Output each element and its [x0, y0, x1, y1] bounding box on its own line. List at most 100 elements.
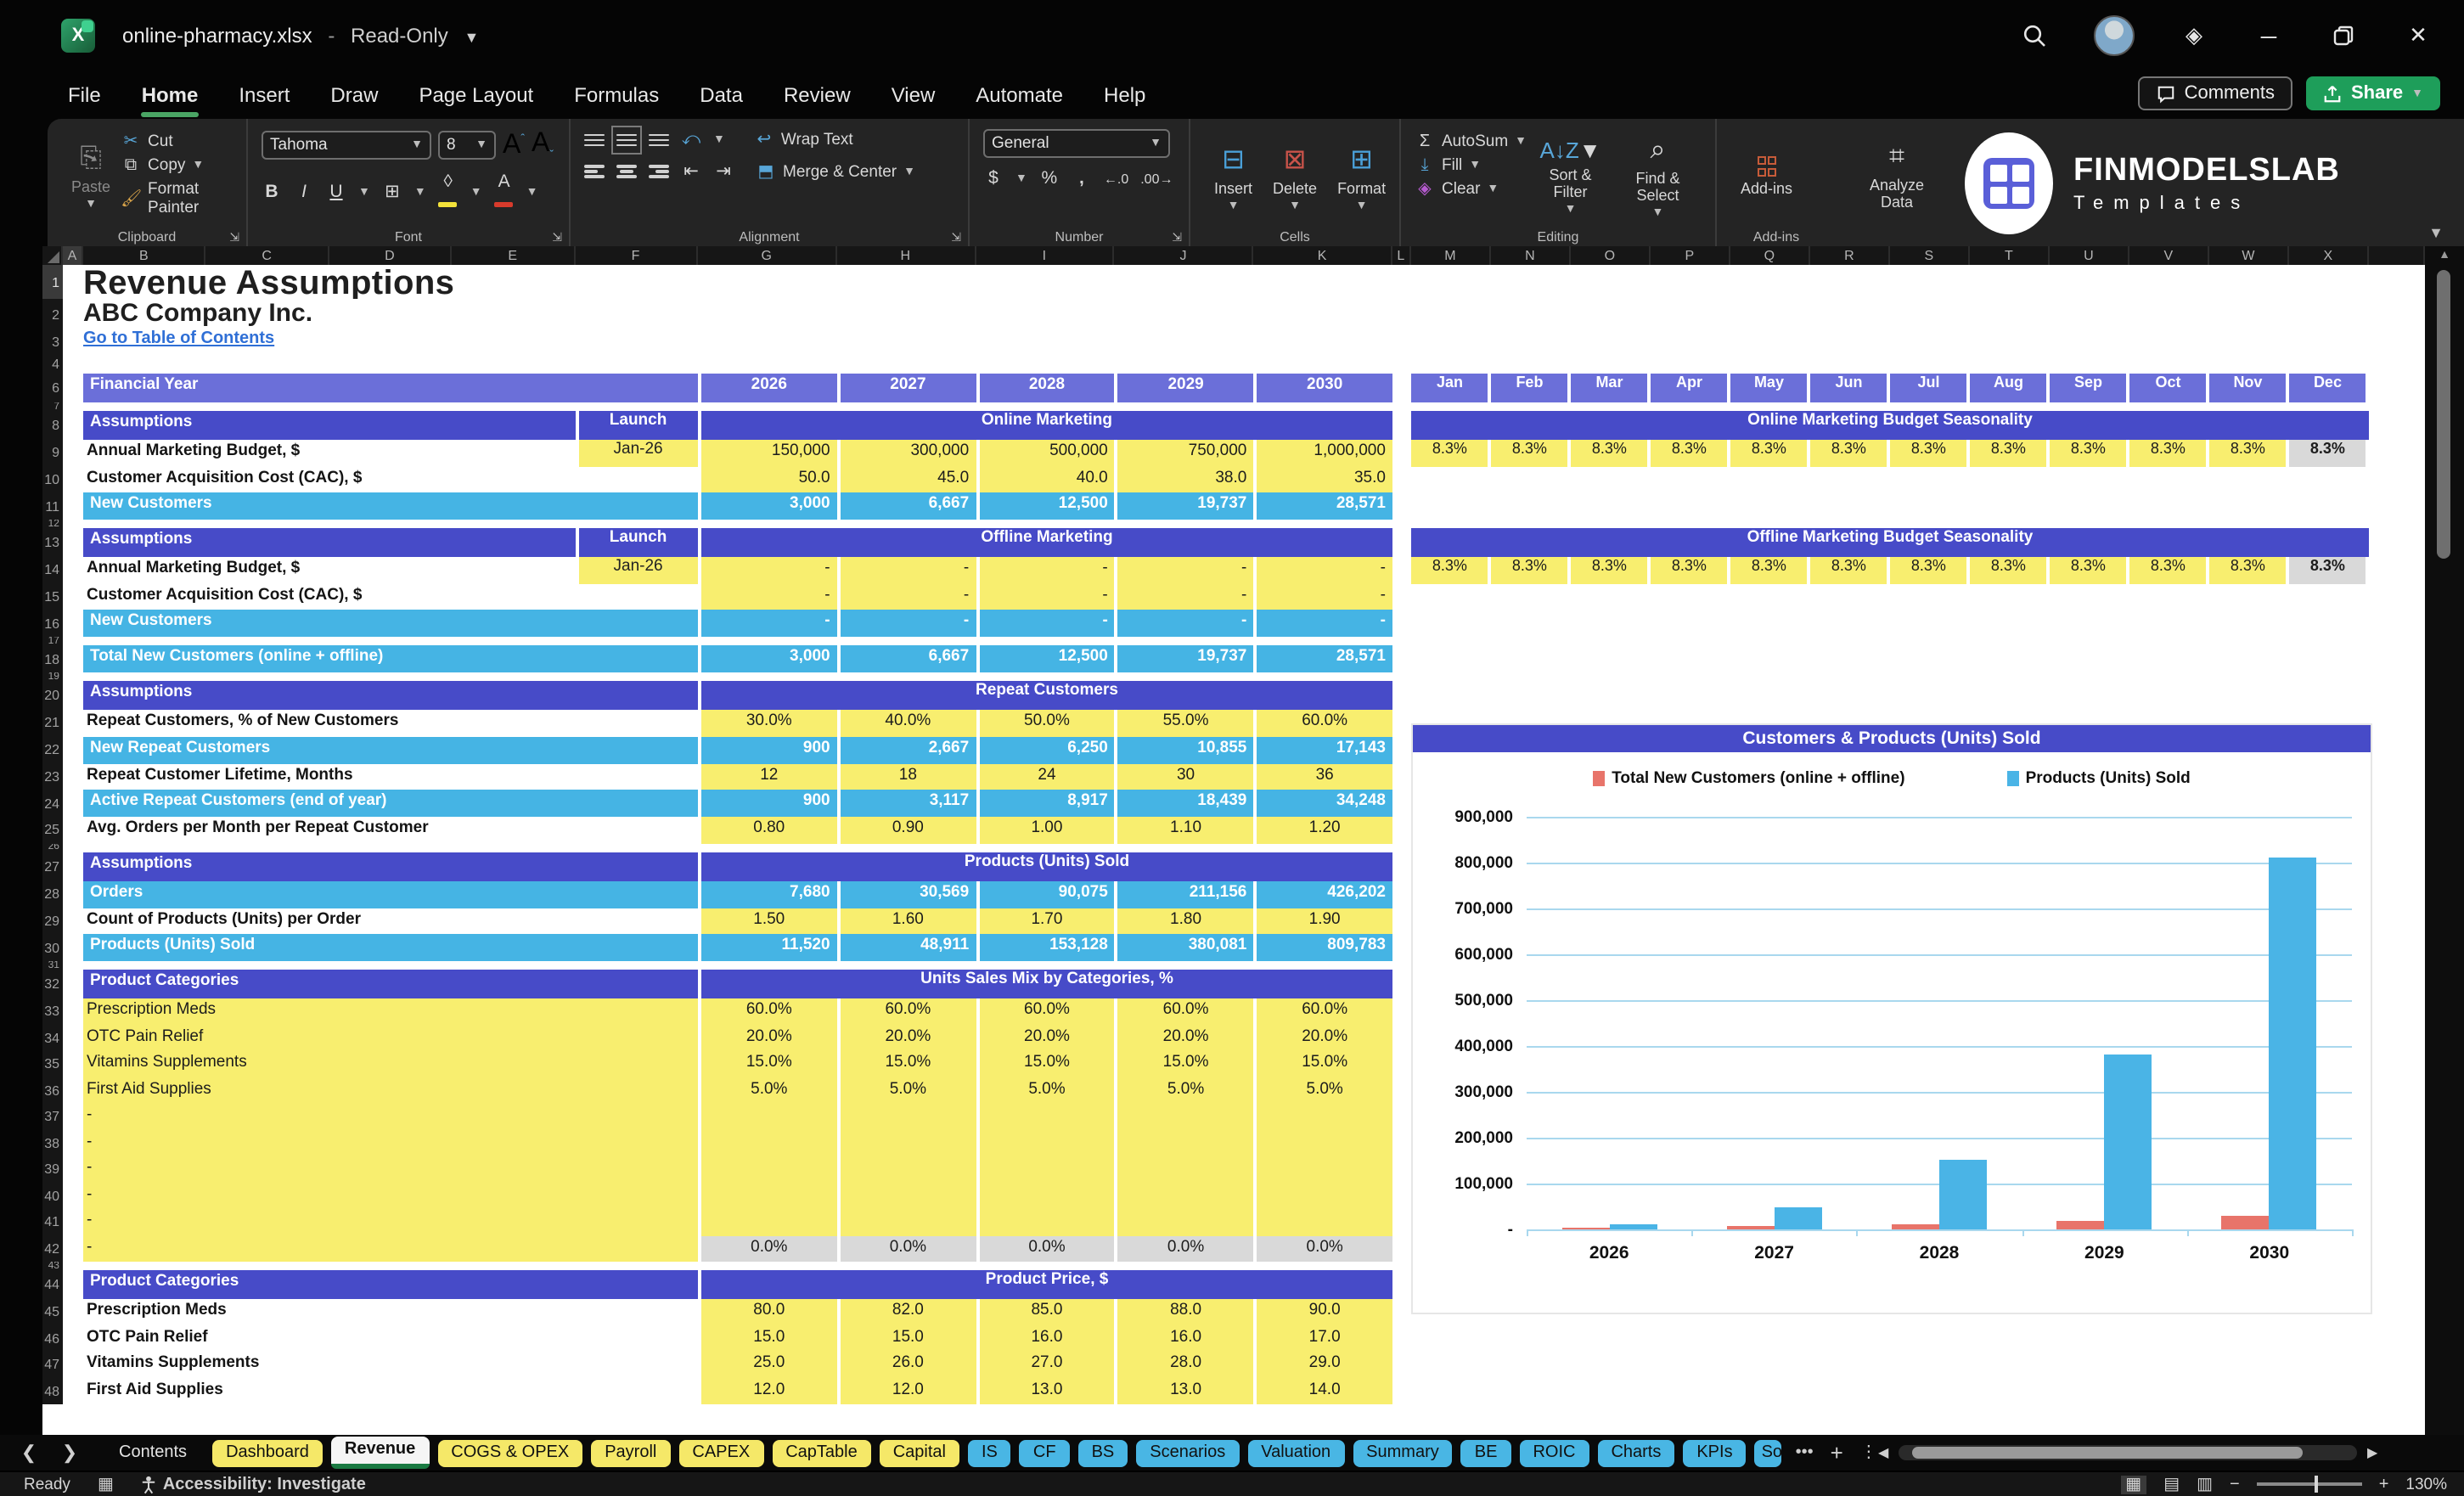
seasonality-cell-may[interactable]: 8.3% — [1730, 557, 1808, 583]
cell-value[interactable]: 5.0% — [1257, 1077, 1392, 1104]
vertical-scroll-thumb[interactable] — [2437, 270, 2450, 559]
row-label[interactable]: Prescription Meds — [83, 1299, 698, 1325]
new-sheet-button[interactable]: + — [1831, 1440, 1843, 1465]
cell-value[interactable] — [840, 1209, 976, 1235]
row-header-44[interactable]: 44 — [42, 1270, 63, 1299]
cell-value[interactable]: 12.0 — [840, 1378, 976, 1404]
section-mid-title[interactable]: Product Price, $ — [701, 1270, 1392, 1299]
bar-2028-products[interactable] — [1939, 1159, 1987, 1229]
cell-value[interactable]: 0.0% — [840, 1235, 976, 1262]
row-label[interactable]: Repeat Customers, % of New Customers — [83, 710, 575, 736]
horizontal-scrollbar[interactable] — [1899, 1445, 2357, 1460]
cell-value[interactable]: 20.0% — [1257, 1025, 1392, 1051]
row-header-36[interactable]: 36 — [42, 1077, 63, 1104]
cell-value[interactable]: 15.0 — [840, 1325, 976, 1352]
menu-item-view[interactable]: View — [871, 76, 956, 114]
cell-value[interactable]: 3,117 — [840, 790, 976, 817]
cell-value[interactable]: 6,250 — [979, 736, 1115, 763]
cell-value[interactable]: - — [700, 557, 837, 583]
row-header-21[interactable]: 21 — [42, 710, 63, 736]
seasonality-cell-mar[interactable]: 8.3% — [1570, 440, 1648, 466]
copy-button[interactable]: ⧉ Copy ▼ — [121, 156, 233, 175]
page-break-view-icon[interactable]: ▥ — [2197, 1475, 2213, 1493]
underline-button[interactable]: U — [326, 182, 346, 202]
increase-indent-icon[interactable]: ⇥ — [713, 161, 734, 182]
month-header-feb[interactable]: Feb — [1490, 374, 1568, 402]
row-label[interactable]: Customer Acquisition Cost (CAC), $ — [83, 466, 575, 492]
row-header-37[interactable]: 37 — [42, 1104, 63, 1130]
row-label[interactable]: Avg. Orders per Month per Repeat Custome… — [83, 817, 575, 843]
row-header-43[interactable]: 43 — [42, 1262, 63, 1270]
row-header-32[interactable]: 32 — [42, 970, 63, 998]
cell-value[interactable]: 13.0 — [979, 1378, 1115, 1404]
search-icon[interactable] — [2019, 20, 2050, 51]
cell-value[interactable] — [1117, 1104, 1254, 1130]
seasonality-cell-jul[interactable]: 8.3% — [1889, 440, 1967, 466]
menu-item-insert[interactable]: Insert — [218, 76, 310, 114]
cell-value[interactable]: 8,917 — [979, 790, 1115, 817]
cell-value[interactable] — [1117, 1130, 1254, 1156]
month-header-oct[interactable]: Oct — [2129, 374, 2207, 402]
column-header-M[interactable]: M — [1411, 246, 1491, 265]
year-header-2028[interactable]: 2028 — [979, 374, 1115, 402]
cell-value[interactable]: 12,500 — [979, 492, 1115, 520]
cell-value[interactable]: 15.0% — [840, 1051, 976, 1077]
cell-value[interactable] — [701, 1209, 837, 1235]
seasonality-cell-jun[interactable]: 8.3% — [1809, 440, 1887, 466]
macro-record-icon[interactable]: ▦ — [98, 1475, 114, 1493]
cell-value[interactable]: 28.0 — [1117, 1352, 1254, 1378]
zoom-in-icon[interactable]: + — [2379, 1475, 2389, 1493]
seasonality-cell-mar[interactable]: 8.3% — [1570, 557, 1648, 583]
orientation-icon[interactable]: ⤺ — [681, 129, 701, 151]
cell-value[interactable]: 55.0% — [1117, 710, 1254, 736]
menu-item-data[interactable]: Data — [679, 76, 763, 114]
zoom-out-icon[interactable]: − — [2230, 1475, 2240, 1493]
cell-blank[interactable] — [575, 466, 698, 492]
cell-value[interactable]: 12.0 — [701, 1378, 837, 1404]
cell-value[interactable]: 211,156 — [1117, 880, 1254, 908]
align-top-icon[interactable] — [584, 132, 605, 149]
launch-value[interactable]: Jan-26 — [578, 440, 698, 466]
sheet-tab-roic[interactable]: ROIC — [1519, 1439, 1589, 1466]
seasonality-cell-oct[interactable]: 8.3% — [2129, 557, 2207, 583]
menu-item-automate[interactable]: Automate — [955, 76, 1083, 114]
row-label[interactable]: New Repeat Customers — [83, 736, 698, 763]
column-header-N[interactable]: N — [1491, 246, 1571, 265]
seasonality-band-title[interactable]: Offline Marketing Budget Seasonality — [1410, 528, 2369, 557]
cell-value[interactable]: 60.0% — [840, 998, 976, 1025]
sheet-tab-be[interactable]: BE — [1460, 1439, 1511, 1466]
seasonality-cell-nov[interactable]: 8.3% — [2208, 440, 2287, 466]
seasonality-cell-apr[interactable]: 8.3% — [1650, 440, 1728, 466]
cell-value[interactable]: 34,248 — [1257, 790, 1392, 817]
sheet-tab-bs[interactable]: BS — [1077, 1439, 1128, 1466]
row-header-31[interactable]: 31 — [42, 961, 63, 970]
sheet-tab-cf[interactable]: CF — [1019, 1439, 1070, 1466]
category-label[interactable]: - — [83, 1130, 698, 1156]
category-label[interactable]: Prescription Meds — [83, 998, 698, 1025]
cell-value[interactable]: - — [840, 583, 976, 610]
row-header-29[interactable]: 29 — [42, 908, 63, 934]
cell-value[interactable]: 20.0% — [840, 1025, 976, 1051]
select-all-corner[interactable] — [42, 246, 63, 265]
cell-value[interactable]: 19,737 — [1117, 492, 1254, 520]
cell-value[interactable]: 17,143 — [1257, 736, 1392, 763]
row-label[interactable]: Orders — [83, 880, 698, 908]
month-header-mar[interactable]: Mar — [1570, 374, 1648, 402]
row-header-20[interactable]: 20 — [42, 681, 63, 710]
month-header-jan[interactable]: Jan — [1410, 374, 1488, 402]
sheet-tab-so[interactable]: So — [1754, 1439, 1782, 1466]
cell-value[interactable] — [979, 1183, 1115, 1209]
cell-blank[interactable] — [575, 908, 698, 934]
cell-value[interactable] — [1257, 1209, 1392, 1235]
cell-value[interactable]: 6,667 — [840, 492, 976, 520]
year-header-2030[interactable]: 2030 — [1257, 374, 1392, 402]
row-header-16[interactable]: 16 — [42, 610, 63, 637]
cell-value[interactable]: 90.0 — [1257, 1299, 1392, 1325]
category-label[interactable]: Vitamins Supplements — [83, 1051, 698, 1077]
section-label[interactable]: Assumptions — [83, 681, 698, 710]
seasonality-cell-sep[interactable]: 8.3% — [2049, 557, 2127, 583]
cell-value[interactable]: - — [1117, 583, 1254, 610]
menu-item-home[interactable]: Home — [121, 76, 219, 117]
cell-value[interactable]: 19,737 — [1117, 645, 1254, 672]
section-mid-title[interactable]: Online Marketing — [700, 411, 1392, 440]
